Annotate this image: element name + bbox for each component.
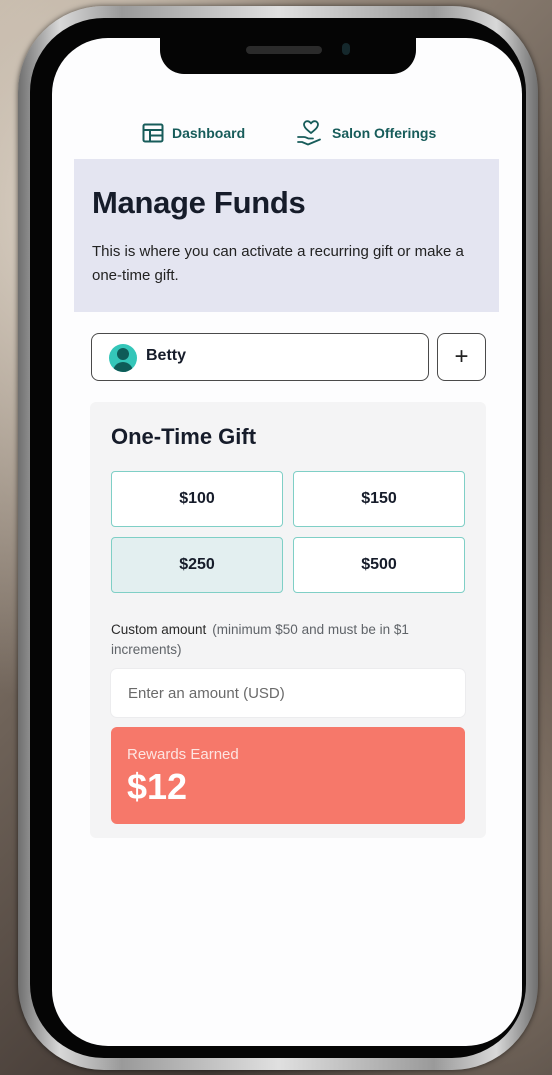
manage-funds-header: Manage Funds This is where you can activ… (74, 159, 499, 312)
amount-option-500[interactable]: $500 (293, 537, 465, 593)
phone-screen: Dashboard Salon Offerings Manage Funds T… (52, 38, 522, 1046)
profile-row: Betty + (91, 333, 487, 381)
phone-notch (160, 38, 416, 74)
top-navigation: Dashboard Salon Offerings (52, 118, 522, 148)
front-camera (342, 43, 350, 55)
rewards-earned-panel: Rewards Earned $12 (111, 727, 465, 824)
nav-dashboard[interactable]: Dashboard (142, 118, 245, 148)
gift-title: One-Time Gift (111, 424, 257, 449)
amount-option-250[interactable]: $250 (111, 537, 283, 593)
rewards-label: Rewards Earned (127, 746, 239, 763)
custom-amount-title: Custom amount (111, 622, 207, 637)
hand-heart-icon (296, 120, 324, 146)
add-profile-button[interactable]: + (437, 333, 486, 381)
profile-selector[interactable]: Betty (91, 333, 429, 381)
custom-amount-label: Custom amount (minimum $50 and must be in… (111, 620, 467, 660)
speaker-grille (246, 46, 322, 54)
amount-option-100[interactable]: $100 (111, 471, 283, 527)
page-description: This is where you can activate a recurri… (92, 243, 464, 284)
nav-dashboard-label: Dashboard (172, 125, 246, 141)
user-avatar-icon (109, 344, 137, 372)
dashboard-layout-icon (142, 123, 164, 143)
amount-option-150[interactable]: $150 (293, 471, 465, 527)
rewards-value: $12 (127, 766, 188, 807)
nav-salon-offerings[interactable]: Salon Offerings (296, 118, 436, 148)
one-time-gift-card: One-Time Gift $100 $150 $250 $500 Custom… (90, 402, 486, 838)
nav-salon-offerings-label: Salon Offerings (332, 125, 437, 141)
page-title: Manage Funds (92, 185, 306, 220)
custom-amount-input[interactable] (111, 669, 465, 717)
profile-name: Betty (146, 347, 187, 364)
